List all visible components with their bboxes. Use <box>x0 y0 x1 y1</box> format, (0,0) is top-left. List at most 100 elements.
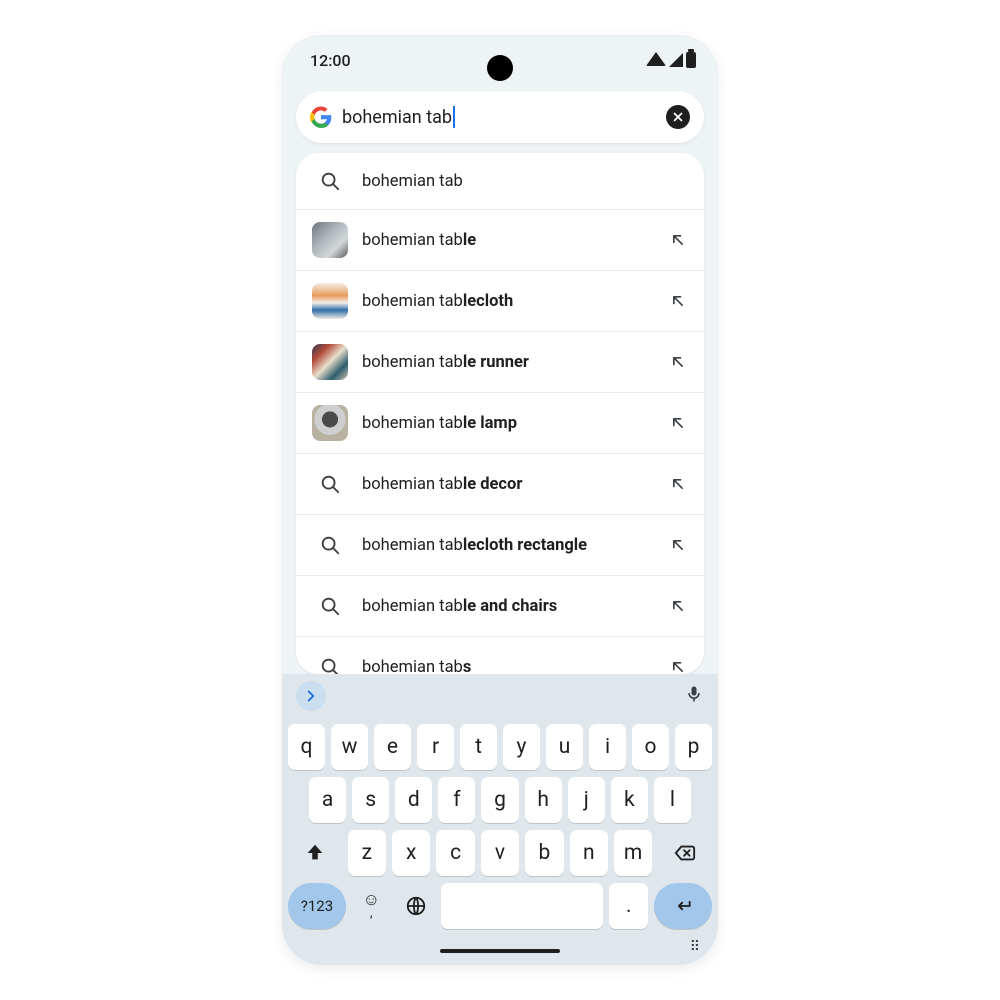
insert-query-button[interactable] <box>668 230 688 250</box>
chevron-right-icon <box>302 687 320 705</box>
keyboard-toolbar <box>282 674 718 718</box>
camera-hole <box>487 55 513 81</box>
toolbar-expand-button[interactable] <box>296 681 326 711</box>
suggestion-text: bohemian table lamp <box>362 414 654 433</box>
mic-button[interactable] <box>684 684 704 708</box>
key-z[interactable]: z <box>348 830 386 876</box>
key-b[interactable]: b <box>525 830 563 876</box>
text-caret <box>453 106 455 128</box>
key-a[interactable]: a <box>309 777 346 823</box>
insert-arrow-icon <box>668 474 688 494</box>
key-q[interactable]: q <box>288 724 325 770</box>
suggestion-row[interactable]: bohemian table and chairs <box>296 576 704 637</box>
suggestion-row[interactable]: bohemian tablecloth <box>296 271 704 332</box>
suggestion-row[interactable]: bohemian table lamp <box>296 393 704 454</box>
key-w[interactable]: w <box>331 724 368 770</box>
insert-arrow-icon <box>668 596 688 616</box>
key-u[interactable]: u <box>546 724 583 770</box>
suggestion-thumbnail <box>312 405 348 441</box>
shift-icon <box>304 842 326 864</box>
suggestion-text: bohemian table <box>362 231 654 250</box>
suggestion-row[interactable]: bohemian tabs <box>296 637 704 674</box>
search-input[interactable]: bohemian tab <box>342 106 656 128</box>
clear-button[interactable] <box>666 105 690 129</box>
key-y[interactable]: y <box>503 724 540 770</box>
suggestion-text: bohemian tabs <box>362 658 654 675</box>
insert-query-button[interactable] <box>668 596 688 616</box>
key-k[interactable]: k <box>611 777 648 823</box>
key-v[interactable]: v <box>481 830 519 876</box>
key-f[interactable]: f <box>438 777 475 823</box>
suggestion-text: bohemian tablecloth rectangle <box>362 536 654 555</box>
suggestion-search-icon <box>312 588 348 624</box>
insert-arrow-icon <box>668 413 688 433</box>
search-icon <box>319 534 341 556</box>
key-i[interactable]: i <box>589 724 626 770</box>
emoji-key[interactable]: ☺, <box>352 883 391 929</box>
key-s[interactable]: s <box>352 777 389 823</box>
suggestion-text: bohemian table and chairs <box>362 597 654 616</box>
suggestion-row[interactable]: bohemian table runner <box>296 332 704 393</box>
insert-query-button[interactable] <box>668 535 688 555</box>
suggestion-row[interactable]: bohemian tab <box>296 153 704 210</box>
key-l[interactable]: l <box>654 777 691 823</box>
key-e[interactable]: e <box>374 724 411 770</box>
insert-query-button[interactable] <box>668 352 688 372</box>
symbols-key[interactable]: ?123 <box>288 883 346 929</box>
suggestion-thumbnail <box>312 283 348 319</box>
suggestion-row[interactable]: bohemian table decor <box>296 454 704 515</box>
backspace-icon <box>672 842 698 864</box>
backspace-key[interactable] <box>658 830 712 876</box>
key-n[interactable]: n <box>570 830 608 876</box>
key-o[interactable]: o <box>632 724 669 770</box>
key-h[interactable]: h <box>525 777 562 823</box>
key-j[interactable]: j <box>568 777 605 823</box>
key-d[interactable]: d <box>395 777 432 823</box>
key-p[interactable]: p <box>675 724 712 770</box>
search-icon <box>319 473 341 495</box>
close-icon <box>671 110 685 124</box>
nav-bar[interactable] <box>282 937 718 965</box>
language-key[interactable] <box>397 883 436 929</box>
suggestion-text: bohemian tab <box>362 172 688 191</box>
key-t[interactable]: t <box>460 724 497 770</box>
key-r[interactable]: r <box>417 724 454 770</box>
suggestion-row[interactable]: bohemian table <box>296 210 704 271</box>
battery-icon <box>686 52 696 68</box>
suggestions-scroll[interactable]: bohemian tab bohemian table bohemian table… <box>296 153 704 674</box>
suggestion-text: bohemian tablecloth <box>362 292 654 311</box>
period-key[interactable]: . <box>609 883 648 929</box>
status-icons <box>646 52 696 68</box>
insert-query-button[interactable] <box>668 657 688 674</box>
key-m[interactable]: m <box>614 830 652 876</box>
search-bar[interactable]: bohemian tab <box>296 91 704 143</box>
insert-arrow-icon <box>668 352 688 372</box>
suggestion-thumbnail <box>312 222 348 258</box>
cellular-icon <box>669 53 683 67</box>
search-icon <box>319 656 341 674</box>
insert-arrow-icon <box>668 230 688 250</box>
globe-icon <box>405 895 427 917</box>
insert-arrow-icon <box>668 291 688 311</box>
insert-query-button[interactable] <box>668 413 688 433</box>
keyboard-area: qwertyuiop asdfghjkl zxcvbnm ?123☺,. ⠿ <box>282 674 718 965</box>
insert-query-button[interactable] <box>668 474 688 494</box>
space-key[interactable] <box>441 883 603 929</box>
suggestion-search-icon <box>312 466 348 502</box>
enter-icon <box>671 896 695 916</box>
search-icon <box>319 170 341 192</box>
key-c[interactable]: c <box>436 830 474 876</box>
suggestion-text: bohemian table runner <box>362 353 654 372</box>
suggestion-text: bohemian table decor <box>362 475 654 494</box>
insert-arrow-icon <box>668 657 688 674</box>
nav-handle[interactable] <box>440 949 560 953</box>
enter-key[interactable] <box>654 883 712 929</box>
keyboard-switch-icon[interactable]: ⠿ <box>690 939 702 955</box>
key-x[interactable]: x <box>392 830 430 876</box>
suggestion-search-icon <box>312 163 348 199</box>
shift-key[interactable] <box>288 830 342 876</box>
google-logo-icon <box>310 106 332 128</box>
key-g[interactable]: g <box>481 777 518 823</box>
suggestion-row[interactable]: bohemian tablecloth rectangle <box>296 515 704 576</box>
insert-query-button[interactable] <box>668 291 688 311</box>
